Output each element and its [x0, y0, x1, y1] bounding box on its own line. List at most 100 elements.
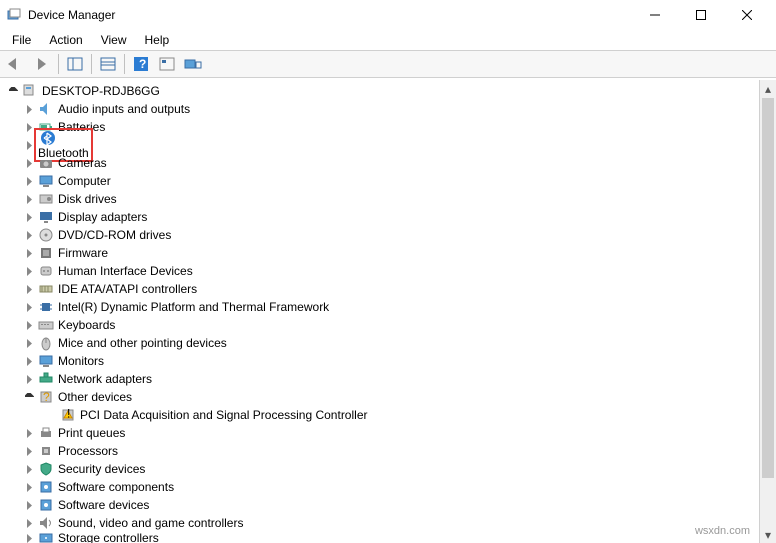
firmware-icon [38, 245, 54, 261]
tree-item[interactable]: IDE ATA/ATAPI controllers [0, 280, 774, 298]
menu-bar: File Action View Help [0, 30, 776, 50]
expand-arrow-icon[interactable] [22, 210, 36, 224]
tree-item-label: DVD/CD-ROM drives [58, 228, 171, 242]
tree-item[interactable]: Human Interface Devices [0, 262, 774, 280]
tree-item-label: Software devices [58, 498, 149, 512]
expand-arrow-icon[interactable] [22, 444, 36, 458]
tree-item[interactable]: Monitors [0, 352, 774, 370]
tree-item-label: Sound, video and game controllers [58, 516, 243, 530]
menu-help[interactable]: Help [137, 31, 178, 49]
vertical-scrollbar[interactable]: ▴ ▾ [759, 80, 776, 543]
expand-arrow-icon[interactable] [22, 102, 36, 116]
expand-arrow-icon[interactable] [22, 246, 36, 260]
mouse-icon [38, 335, 54, 351]
tree-item-label: Computer [58, 174, 111, 188]
tree-item[interactable]: Processors [0, 442, 774, 460]
camera-icon [38, 155, 54, 171]
tree-item-label: Human Interface Devices [58, 264, 193, 278]
properties-button[interactable] [96, 53, 120, 75]
tree-item[interactable]: Audio inputs and outputs [0, 100, 774, 118]
software-icon [38, 479, 54, 495]
cpu-icon [38, 443, 54, 459]
expand-arrow-icon[interactable] [22, 516, 36, 530]
expand-arrow-icon[interactable] [22, 228, 36, 242]
menu-view[interactable]: View [93, 31, 135, 49]
ide-icon [38, 281, 54, 297]
expand-arrow-icon[interactable] [22, 372, 36, 386]
close-button[interactable] [724, 0, 770, 30]
forward-button[interactable] [30, 53, 54, 75]
expand-arrow-icon[interactable] [22, 156, 36, 170]
tree-item-label: Monitors [58, 354, 104, 368]
tree-item[interactable]: Bluetooth [0, 136, 774, 154]
expand-arrow-icon[interactable] [22, 480, 36, 494]
tree-item[interactable]: Sound, video and game controllers [0, 514, 774, 532]
minimize-button[interactable] [632, 0, 678, 30]
tree-item-label: Storage controllers [58, 532, 159, 543]
app-icon [6, 7, 22, 23]
expand-arrow-icon[interactable] [22, 282, 36, 296]
tree-item[interactable]: Disk drives [0, 190, 774, 208]
expand-arrow-icon[interactable] [22, 264, 36, 278]
menu-file[interactable]: File [4, 31, 39, 49]
expand-arrow-icon[interactable] [6, 84, 20, 98]
toolbar-separator [124, 54, 125, 74]
scroll-down-arrow[interactable]: ▾ [760, 526, 776, 543]
expand-arrow-icon[interactable] [22, 174, 36, 188]
tree-item-label: Print queues [58, 426, 125, 440]
expand-arrow-icon[interactable] [22, 532, 36, 543]
computer-icon [22, 83, 38, 99]
tree-item[interactable]: Software components [0, 478, 774, 496]
tree-item[interactable]: Mice and other pointing devices [0, 334, 774, 352]
expand-arrow-icon[interactable] [22, 354, 36, 368]
tree-item-label: Keyboards [58, 318, 115, 332]
tree-item[interactable]: Print queues [0, 424, 774, 442]
monitor-icon [38, 353, 54, 369]
tree-child-item[interactable]: ! PCI Data Acquisition and Signal Proces… [0, 406, 774, 424]
tree-item-label: Cameras [58, 156, 107, 170]
devices-button[interactable] [181, 53, 205, 75]
svg-text:?: ? [43, 390, 50, 404]
disk-icon [38, 191, 54, 207]
expand-arrow-icon[interactable] [22, 192, 36, 206]
tree-root-label: DESKTOP-RDJB6GG [42, 84, 160, 98]
expand-arrow-icon[interactable] [22, 318, 36, 332]
tree-item[interactable]: Firmware [0, 244, 774, 262]
help-button[interactable]: ? [129, 53, 153, 75]
tree-item[interactable]: Network adapters [0, 370, 774, 388]
expand-arrow-icon[interactable] [22, 390, 36, 404]
sound-icon [38, 515, 54, 531]
tree-item[interactable]: ?Other devices [0, 388, 774, 406]
scan-button[interactable] [155, 53, 179, 75]
expand-arrow-icon[interactable] [22, 336, 36, 350]
menu-action[interactable]: Action [41, 31, 90, 49]
expand-arrow-icon[interactable] [22, 498, 36, 512]
back-button[interactable] [4, 53, 28, 75]
tree-item[interactable]: DVD/CD-ROM drives [0, 226, 774, 244]
tree-item[interactable]: Display adapters [0, 208, 774, 226]
expand-arrow-icon[interactable] [22, 426, 36, 440]
expand-arrow-icon[interactable] [22, 462, 36, 476]
scroll-up-arrow[interactable]: ▴ [760, 80, 776, 97]
expand-arrow-icon[interactable] [22, 300, 36, 314]
tree-item[interactable]: Batteries [0, 118, 774, 136]
tree-item-label: Audio inputs and outputs [58, 102, 190, 116]
tree-item[interactable]: Software devices [0, 496, 774, 514]
tree-root-row[interactable]: DESKTOP-RDJB6GG [0, 82, 774, 100]
tree-item-label: Software components [58, 480, 174, 494]
maximize-button[interactable] [678, 0, 724, 30]
bluetooth-icon [40, 130, 56, 146]
tree-item-label: PCI Data Acquisition and Signal Processi… [80, 408, 367, 422]
tree-item-label: Security devices [58, 462, 145, 476]
tree-item-label: Firmware [58, 246, 108, 260]
tree-item[interactable]: Computer [0, 172, 774, 190]
show-hide-tree-button[interactable] [63, 53, 87, 75]
tree-item[interactable]: Keyboards [0, 316, 774, 334]
tree-item[interactable]: Security devices [0, 460, 774, 478]
tree-item-label: Disk drives [58, 192, 117, 206]
tree-item[interactable]: Intel(R) Dynamic Platform and Thermal Fr… [0, 298, 774, 316]
scroll-thumb[interactable] [762, 98, 774, 478]
tree-item[interactable]: Storage controllers [0, 532, 774, 543]
tree-item[interactable]: Cameras [0, 154, 774, 172]
other-icon: ? [38, 389, 54, 405]
